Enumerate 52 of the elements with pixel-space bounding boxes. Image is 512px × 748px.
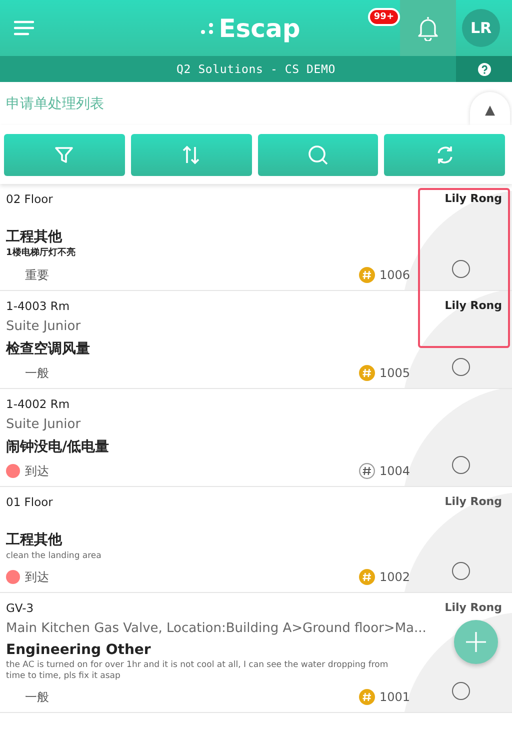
room-type-label: Main Kitchen Gas Valve, Location:Building A>Ground floor>Ma... bbox=[6, 620, 428, 636]
location-label: GV-3 bbox=[6, 600, 34, 615]
request-number: 1006 bbox=[379, 268, 410, 282]
assignee-name: Lily Rong bbox=[444, 192, 502, 206]
location-label: 01 Floor bbox=[6, 494, 53, 509]
filter-icon bbox=[54, 145, 74, 165]
request-description: 1楼电梯厅灯不亮 bbox=[6, 248, 76, 260]
room-type-label: Suite Junior bbox=[6, 416, 82, 432]
location-label: 1-4002 Rm bbox=[6, 396, 70, 411]
bell-icon bbox=[417, 15, 439, 41]
category-title: 工程其他 bbox=[6, 228, 64, 246]
room-type-label: Suite Junior bbox=[6, 318, 82, 334]
plus-icon bbox=[465, 631, 487, 653]
page-title: 申请单处理列表 bbox=[6, 94, 104, 112]
request-description: clean the landing area bbox=[6, 550, 102, 562]
app-logo: Escap bbox=[218, 14, 300, 42]
menu-icon bbox=[14, 20, 34, 36]
priority-label: 到达 bbox=[25, 462, 49, 480]
refresh-icon bbox=[434, 145, 455, 165]
select-checkbox[interactable] bbox=[452, 456, 470, 474]
select-checkbox[interactable] bbox=[452, 562, 470, 580]
select-checkbox[interactable] bbox=[452, 682, 470, 700]
search-icon bbox=[306, 144, 329, 166]
priority-label: 到达 bbox=[25, 568, 49, 586]
request-number: 1002 bbox=[379, 570, 410, 584]
notifications-button[interactable] bbox=[400, 0, 456, 56]
request-number: 1005 bbox=[379, 366, 410, 380]
collapse-button[interactable]: ▲ bbox=[470, 92, 510, 125]
request-number: 1004 bbox=[379, 464, 410, 478]
logo-dots-icon bbox=[200, 21, 216, 35]
request-description: the AC is turned on for over 1hr and it is not cool at all, I can see the water dropping from time to time, pls fix it asap bbox=[6, 660, 390, 682]
priority-label: 重要 bbox=[25, 266, 49, 284]
help-icon bbox=[478, 62, 490, 76]
category-title: 检查空调风量 bbox=[6, 340, 91, 358]
select-checkbox[interactable] bbox=[452, 260, 470, 278]
select-checkbox[interactable] bbox=[452, 358, 470, 376]
assignee-name: Lily Rong bbox=[444, 298, 502, 313]
category-title: 工程其他 bbox=[6, 530, 64, 549]
sort-arrows-icon bbox=[182, 144, 200, 166]
location-label: 1-4003 Rm bbox=[6, 298, 70, 313]
notification-badge: 99+ bbox=[368, 8, 400, 26]
search-button[interactable] bbox=[258, 134, 378, 176]
assignee-name: Lily Rong bbox=[444, 600, 502, 615]
priority-label: 一般 bbox=[25, 364, 49, 382]
organization-title: Q2 Solutions - CS DEMO bbox=[176, 62, 336, 76]
category-title: 闹钟没电/低电量 bbox=[6, 438, 110, 456]
assignee-name: Lily Rong bbox=[444, 494, 502, 509]
help-button[interactable] bbox=[456, 56, 512, 82]
category-title: Engineering Other bbox=[6, 642, 152, 658]
priority-label: 一般 bbox=[25, 688, 49, 706]
location-label: 02 Floor bbox=[6, 192, 53, 206]
request-number: 1001 bbox=[379, 690, 410, 704]
